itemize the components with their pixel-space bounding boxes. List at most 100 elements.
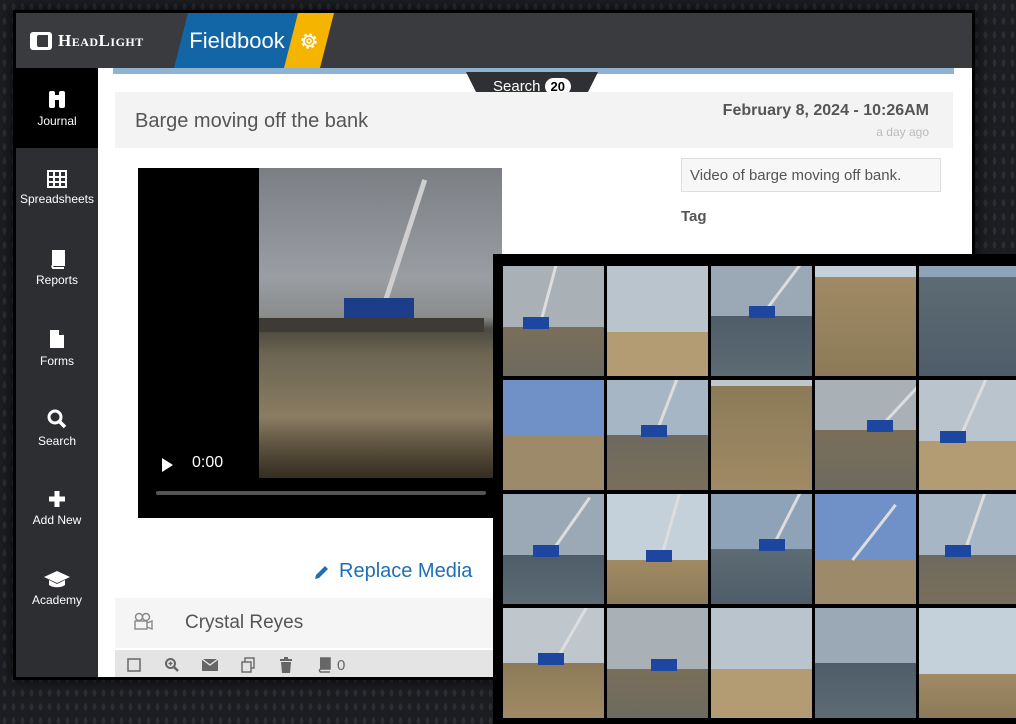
plus-icon [49,491,65,507]
thumbnail-ground [815,663,916,718]
thumbnail-ground [711,386,812,490]
sidebar: Journal Spreadsheets Reports Forms Searc… [16,68,98,677]
thumbnail-ground [919,674,1016,718]
sidebar-item-forms[interactable]: Forms [16,308,98,388]
photo-thumbnail[interactable] [503,380,604,490]
module-tab-fieldbook[interactable]: Fieldbook [174,13,300,68]
sidebar-item-label: Reports [35,273,79,287]
video-progress-bar[interactable] [156,491,486,495]
thumbnail-machine [538,653,564,665]
thumbnail-ground [919,441,1016,490]
thumbnail-ground [503,555,604,604]
sidebar-item-journal[interactable]: Journal [16,68,98,148]
photo-thumbnail[interactable] [607,608,708,718]
sidebar-item-reports[interactable]: Reports [16,228,98,308]
photo-thumbnail[interactable] [815,608,916,718]
trash-icon [280,657,292,673]
thumbnail-sky [711,608,812,669]
pencil-icon [315,565,328,579]
thumbnail-machine [651,659,677,671]
photo-thumbnail[interactable] [919,266,1016,376]
photo-thumbnail[interactable] [815,266,916,376]
photo-thumbnail[interactable] [919,494,1016,604]
sidebar-item-label: Journal [37,114,77,128]
photo-thumbnail[interactable] [711,380,812,490]
photo-thumbnail[interactable] [711,266,812,376]
forms-icon [50,330,64,348]
thumbnail-machine [945,545,971,557]
thumbnail-sky [607,266,708,332]
graduation-cap-icon [44,571,70,588]
sidebar-item-spreadsheets[interactable]: Spreadsheets [16,148,98,228]
thumbnail-machine [759,539,785,551]
photo-thumbnail[interactable] [607,494,708,604]
thumbnail-machine [867,420,893,432]
entry-toolbar: 0 [115,650,515,677]
photo-thumbnail[interactable] [919,608,1016,718]
crane-boom [379,179,428,314]
photo-thumbnail[interactable] [711,608,812,718]
sidebar-item-search[interactable]: Search [16,388,98,468]
gear-icon [298,30,320,52]
thumbnail-ground [815,277,916,376]
replace-media-link[interactable]: Replace Media [313,560,472,583]
photo-thumbnail[interactable] [815,494,916,604]
delete-button[interactable] [267,657,305,673]
entry-title[interactable]: Barge moving off the bank [135,110,368,133]
thumbnail-sky [503,380,604,435]
thumbnail-sky [815,266,916,277]
photo-thumbnail[interactable] [711,494,812,604]
thumbnail-ground [711,316,812,376]
entry-date: February 8, 2024 - 10:26AM [722,102,929,119]
photo-thumbnail[interactable] [503,266,604,376]
notebook-icon [318,657,331,673]
sidebar-item-label: Spreadsheets [19,192,95,206]
copy-icon [241,657,255,673]
sidebar-item-label: Academy [31,593,83,607]
sidebar-item-label: Forms [40,354,74,368]
envelope-icon [202,659,218,671]
thumbnail-sky [815,608,916,663]
author-row: Crystal Reyes [115,598,515,648]
entry-header: Barge moving off the bank February 8, 20… [115,92,953,148]
play-icon[interactable] [162,458,173,472]
thumbnail-machine [940,431,966,443]
module-label: Fieldbook [189,27,285,53]
thumbnail-sky [919,266,1016,277]
thumbnail-ground [607,332,708,376]
sidebar-item-label: Search [37,434,77,448]
replace-media-label: Replace Media [339,560,473,582]
thumbnail-sky [815,494,916,560]
description-field[interactable]: Video of barge moving off bank. [681,158,941,192]
photo-thumbnail[interactable] [607,266,708,376]
video-player[interactable]: 0:00 [138,168,502,518]
thumbnail-ground [503,435,604,490]
copy-button[interactable] [229,657,267,673]
thumbnail-machine [646,550,672,562]
sidebar-item-academy[interactable]: Academy [16,548,98,628]
thumbnail-ground [711,549,812,604]
brand-logo[interactable]: HeadLight [16,13,176,68]
thumbnail-ground [607,669,708,718]
photo-grid-overlay [493,254,1016,724]
photo-thumbnail[interactable] [815,380,916,490]
select-checkbox[interactable] [115,658,153,672]
barge-deck [259,318,484,332]
photo-thumbnail[interactable] [503,494,604,604]
photo-thumbnail[interactable] [503,608,604,718]
thumbnail-machine [749,306,775,318]
photo-thumbnail[interactable] [607,380,708,490]
sidebar-item-add-new[interactable]: Add New [16,468,98,548]
thumbnail-ground [607,560,708,604]
email-button[interactable] [191,659,229,671]
notebook-count: 0 [337,656,346,674]
thumbnail-machine [533,545,559,557]
photo-thumbnail[interactable] [919,380,1016,490]
brand-name: HeadLight [58,30,144,50]
thumbnail-ground [607,435,708,490]
zoom-button[interactable] [153,657,191,673]
search-icon [47,409,67,429]
video-camera-icon [134,612,153,631]
tag-label[interactable]: Tag [681,208,707,225]
thumbnail-ground [919,555,1016,604]
